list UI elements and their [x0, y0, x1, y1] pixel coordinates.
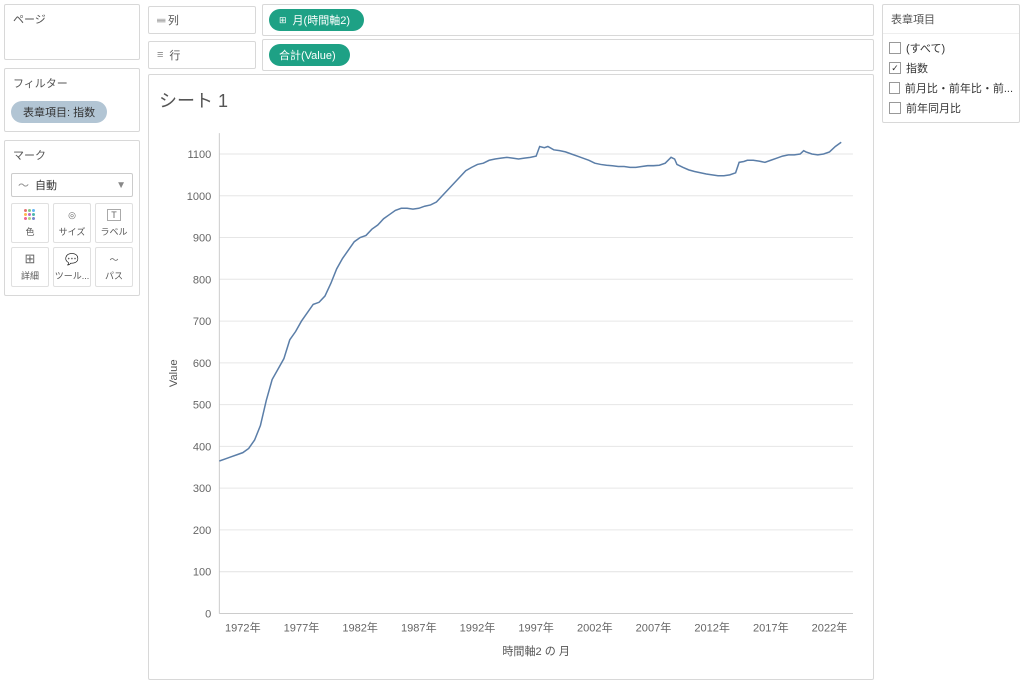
chart[interactable]: 0 100 200 300 400 500 600 700 800 900 1000 1100 1972…: [159, 123, 863, 669]
checkbox[interactable]: [889, 42, 901, 54]
rows-shelf-label: 行: [148, 41, 256, 69]
rows-icon: [157, 49, 163, 61]
svg-text:1000: 1000: [187, 191, 212, 203]
detail-icon: ⊞: [25, 252, 36, 266]
checkbox[interactable]: [889, 62, 901, 74]
svg-text:2012年: 2012年: [694, 621, 730, 635]
checkbox[interactable]: [889, 102, 901, 114]
legend-item[interactable]: (すべて): [889, 38, 1013, 58]
svg-text:1982年: 1982年: [342, 621, 378, 635]
marks-cell-label: パス: [105, 269, 123, 282]
svg-text:1997年: 1997年: [518, 621, 554, 635]
marks-cell-path[interactable]: 〜パス: [95, 247, 133, 287]
svg-text:400: 400: [193, 441, 211, 453]
color-icon: [24, 208, 36, 222]
columns-shelf-label: 列: [148, 6, 256, 34]
plus-date-icon: ⊞: [279, 15, 287, 26]
svg-text:2007年: 2007年: [636, 621, 672, 635]
size-icon: ◎: [68, 208, 76, 222]
columns-shelf[interactable]: ⊞ 月(時間軸2): [262, 4, 874, 36]
svg-text:1987年: 1987年: [401, 621, 437, 635]
legend-item[interactable]: 前月比・前年比・前...: [889, 78, 1013, 98]
filters-title: フィルター: [5, 69, 139, 97]
legend-item-label: 前月比・前年比・前...: [905, 80, 1013, 96]
svg-text:2017年: 2017年: [753, 621, 789, 635]
legend-item[interactable]: 前年同月比: [889, 98, 1013, 118]
columns-icon: [157, 14, 162, 27]
chevron-down-icon: ▼: [116, 180, 126, 191]
filter-pill[interactable]: 表章項目: 指数: [11, 101, 107, 123]
checkbox[interactable]: [889, 82, 900, 94]
marks-cell-size[interactable]: ◎ サイズ: [53, 203, 91, 243]
legend-item-label: 指数: [906, 60, 928, 76]
marks-cell-tooltip[interactable]: 💬 ツール...: [53, 247, 91, 287]
marks-cell-label: サイズ: [59, 225, 86, 238]
svg-text:600: 600: [193, 358, 211, 370]
marks-cell-label: ツール...: [55, 269, 90, 282]
legend-item-label: (すべて): [906, 40, 945, 56]
svg-text:2022年: 2022年: [812, 621, 848, 635]
svg-text:0: 0: [205, 608, 211, 620]
svg-text:2002年: 2002年: [577, 621, 613, 635]
pages-title: ページ: [5, 5, 139, 33]
marks-type-select[interactable]: 〜 自動 ▼: [11, 173, 133, 197]
svg-text:100: 100: [193, 567, 211, 579]
pages-shelf[interactable]: ページ: [4, 4, 140, 60]
marks-cell-detail[interactable]: ⊞ 詳細: [11, 247, 49, 287]
svg-text:Value: Value: [168, 359, 180, 387]
legend-card: 表章項目 (すべて) 指数前月比・前年比・前... 前年同月比: [882, 4, 1020, 123]
line-icon: 〜: [18, 177, 29, 193]
svg-text:700: 700: [193, 316, 211, 328]
marks-title: マーク: [5, 141, 139, 169]
rows-pill[interactable]: 合計(Value): [269, 44, 350, 66]
svg-text:200: 200: [193, 525, 211, 537]
svg-text:時間軸2 の 月: 時間軸2 の 月: [502, 644, 570, 658]
marks-cell-label[interactable]: T ラベル: [95, 203, 133, 243]
legend-title: 表章項目: [883, 5, 1019, 34]
svg-text:1972年: 1972年: [225, 621, 261, 635]
marks-cell-color[interactable]: 色: [11, 203, 49, 243]
tooltip-icon: 💬: [65, 252, 79, 266]
svg-text:500: 500: [193, 400, 211, 412]
svg-text:1100: 1100: [188, 149, 212, 161]
rows-shelf[interactable]: 合計(Value): [262, 39, 874, 71]
label-icon: T: [107, 208, 121, 222]
filters-shelf[interactable]: フィルター 表章項目: 指数: [4, 68, 140, 132]
svg-text:900: 900: [193, 233, 211, 245]
path-icon: 〜: [109, 252, 118, 266]
legend-item-label: 前年同月比: [906, 100, 961, 116]
svg-text:300: 300: [193, 483, 211, 495]
marks-card: マーク 〜 自動 ▼ 色 ◎ サイズ T ラベル ⊞ 詳細 💬 ツール... 〜パス: [4, 140, 140, 296]
svg-text:1992年: 1992年: [460, 621, 496, 635]
legend-item[interactable]: 指数: [889, 58, 1013, 78]
sheet-title: シート 1: [159, 85, 863, 123]
marks-cell-label: 詳細: [21, 269, 39, 282]
marks-cell-label: ラベル: [100, 225, 127, 238]
svg-text:1977年: 1977年: [284, 621, 320, 635]
marks-select-label: 自動: [35, 177, 57, 193]
columns-pill[interactable]: ⊞ 月(時間軸2): [269, 9, 364, 31]
marks-cell-label: 色: [25, 225, 34, 238]
svg-text:800: 800: [193, 274, 211, 286]
